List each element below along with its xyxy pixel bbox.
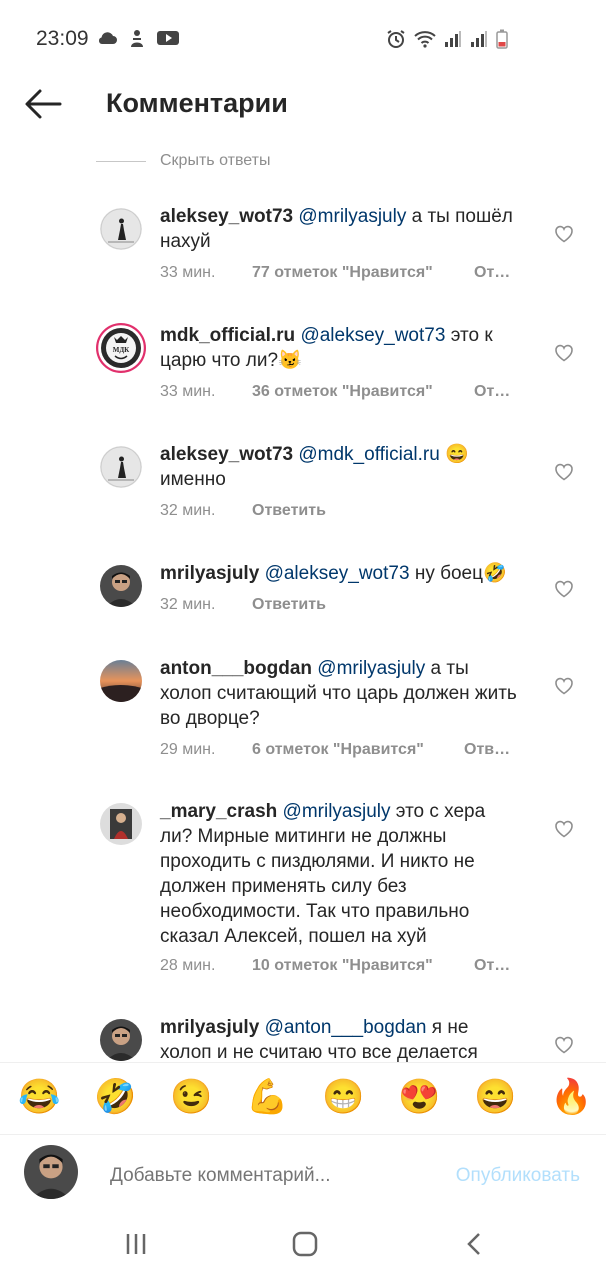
- comment-username[interactable]: aleksey_wot73: [160, 444, 293, 465]
- emoji-button[interactable]: 😄: [474, 1077, 516, 1117]
- comment-likes[interactable]: 6 отметок "Нравится": [252, 741, 464, 759]
- comment-likes[interactable]: 77 отметок "Нравится": [252, 264, 474, 282]
- emoji-button[interactable]: 🔥: [550, 1077, 592, 1117]
- like-heart-icon[interactable]: [554, 1035, 574, 1055]
- reply-button[interactable]: От…: [474, 383, 510, 401]
- emoji-button[interactable]: 😍: [398, 1077, 440, 1117]
- comment-username[interactable]: _mary_crash: [160, 801, 277, 822]
- avatar[interactable]: [100, 446, 142, 488]
- recent-apps-icon[interactable]: [124, 1232, 148, 1256]
- like-heart-icon[interactable]: [554, 819, 574, 839]
- comment-mention[interactable]: @mrilyasjuly: [298, 206, 406, 227]
- comment-text: anton___bogdan @mrilyasjuly а ты холоп с…: [160, 656, 520, 731]
- reply-button[interactable]: Ответить: [252, 502, 326, 520]
- avatar[interactable]: МДК: [96, 323, 146, 373]
- comment-time: 32 мин.: [160, 596, 216, 613]
- comment-item: mrilyasjuly @anton___bogdan я не холоп и…: [100, 1015, 580, 1062]
- emoji-quick-bar: 😂 🤣 😉 💪 😁 😍 😄 🔥: [0, 1062, 606, 1135]
- signal-icon-2: [471, 31, 487, 47]
- comment-meta: 32 мин. Ответить: [160, 596, 326, 614]
- my-avatar: [24, 1145, 78, 1199]
- page-title: Комментарии: [106, 88, 288, 118]
- avatar[interactable]: [100, 208, 142, 250]
- publish-button[interactable]: Опубликовать: [456, 1165, 580, 1187]
- youtube-icon: [157, 31, 179, 45]
- comment-message: это с хера ли? Мирные митинги не должны …: [160, 801, 486, 947]
- comment-username[interactable]: aleksey_wot73: [160, 206, 293, 227]
- reply-button[interactable]: Отв…: [464, 741, 510, 759]
- comment-text: mdk_official.ru @aleksey_wot73 это к цар…: [160, 323, 520, 373]
- reply-button[interactable]: От…: [474, 957, 510, 975]
- like-heart-icon[interactable]: [554, 579, 574, 599]
- comment-username[interactable]: mrilyasjuly: [160, 563, 259, 584]
- system-nav-bar: [0, 1210, 606, 1280]
- comment-mention[interactable]: @mrilyasjuly: [317, 658, 425, 679]
- like-heart-icon[interactable]: [554, 343, 574, 363]
- comment-username[interactable]: mrilyasjuly: [160, 1017, 259, 1038]
- comment-message: ну боец🤣: [409, 563, 507, 584]
- header: Комментарии: [0, 70, 606, 140]
- emoji-button[interactable]: 💪: [246, 1077, 288, 1117]
- emoji-button[interactable]: 😂: [18, 1077, 60, 1117]
- status-time: 23:09: [36, 27, 89, 50]
- hide-replies-button[interactable]: Скрыть ответы: [96, 152, 270, 170]
- like-heart-icon[interactable]: [554, 462, 574, 482]
- comment-time: 29 мин.: [160, 741, 216, 758]
- like-heart-icon[interactable]: [554, 676, 574, 696]
- comment-text: aleksey_wot73 @mdk_official.ru 😄 именно: [160, 442, 520, 492]
- like-heart-icon[interactable]: [554, 224, 574, 244]
- alarm-icon: [387, 30, 405, 48]
- battery-icon: [496, 29, 508, 49]
- back-nav-icon[interactable]: [464, 1232, 484, 1256]
- comment-mention[interactable]: @mrilyasjuly: [283, 801, 391, 822]
- avatar[interactable]: [100, 660, 142, 702]
- comment-username[interactable]: anton___bogdan: [160, 658, 312, 679]
- emoji-button[interactable]: 😉: [170, 1077, 212, 1117]
- comment-input[interactable]: [108, 1164, 432, 1188]
- emoji-button[interactable]: 😁: [322, 1077, 364, 1117]
- comment-text: _mary_crash @mrilyasjuly это с хера ли? …: [160, 799, 520, 949]
- comment-meta: 33 мин. 36 отметок "Нравится" От…: [160, 383, 510, 401]
- divider-line: [96, 160, 146, 162]
- reply-button[interactable]: Ответить: [252, 596, 326, 614]
- emoji-button[interactable]: 🤣: [94, 1077, 136, 1117]
- comment-time: 32 мин.: [160, 502, 216, 519]
- back-arrow-icon[interactable]: [22, 86, 62, 122]
- comment-composer: Опубликовать: [0, 1134, 606, 1211]
- status-bar: 23:09: [0, 0, 606, 80]
- comment-text: mrilyasjuly @aleksey_wot73 ну боец🤣: [160, 561, 520, 586]
- comment-username[interactable]: mdk_official.ru: [160, 325, 295, 346]
- hide-replies-label: Скрыть ответы: [160, 152, 271, 169]
- reply-button[interactable]: От…: [474, 264, 510, 282]
- avatar[interactable]: [100, 565, 142, 607]
- cloud-icon: [98, 32, 117, 44]
- comment-mention[interactable]: @aleksey_wot73: [300, 325, 445, 346]
- home-icon[interactable]: [292, 1231, 318, 1257]
- wifi-icon: [414, 31, 436, 48]
- comment-time: 33 мин.: [160, 383, 216, 400]
- comment-time: 33 мин.: [160, 264, 216, 281]
- mdk-logo-text: МДК: [113, 346, 130, 354]
- comment-mention[interactable]: @mdk_official.ru: [298, 444, 439, 465]
- avatar[interactable]: [100, 1019, 142, 1061]
- comment-likes[interactable]: 36 отметок "Нравится": [252, 383, 474, 401]
- avatar[interactable]: [100, 803, 142, 845]
- app-notification-icon: [131, 30, 143, 47]
- signal-icon-1: [445, 31, 461, 47]
- comment-text: aleksey_wot73 @mrilyasjuly а ты пошёл на…: [160, 204, 520, 254]
- comment-meta: 33 мин. 77 отметок "Нравится" От…: [160, 264, 510, 282]
- comment-meta: 29 мин. 6 отметок "Нравится" Отв…: [160, 741, 510, 759]
- comment-mention[interactable]: @aleksey_wot73: [265, 563, 410, 584]
- comment-likes[interactable]: 10 отметок "Нравится": [252, 957, 474, 975]
- comment-mention[interactable]: @anton___bogdan: [265, 1017, 427, 1038]
- comment-meta: 28 мин. 10 отметок "Нравится" От…: [160, 957, 510, 975]
- comment-meta: 32 мин. Ответить: [160, 502, 326, 520]
- comment-text: mrilyasjuly @anton___bogdan я не холоп и…: [160, 1015, 520, 1062]
- comment-time: 28 мин.: [160, 957, 216, 974]
